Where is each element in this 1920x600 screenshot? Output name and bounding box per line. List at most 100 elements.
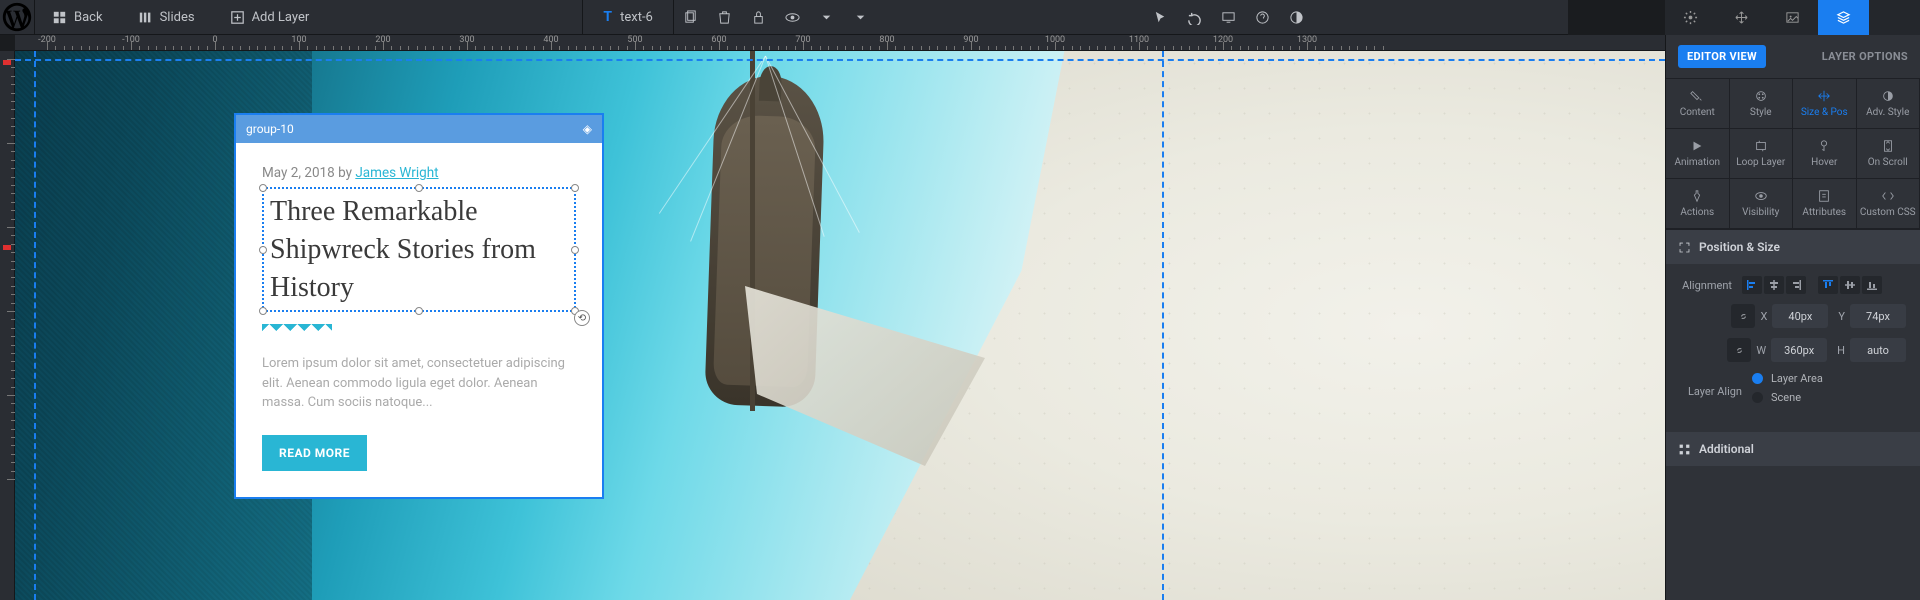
align-left-button[interactable] xyxy=(1742,276,1762,294)
preview-desktop-button[interactable] xyxy=(1211,0,1245,34)
additional-section-header[interactable]: Additional xyxy=(1666,432,1920,466)
dropdown-caret-button[interactable] xyxy=(810,0,844,34)
help-button[interactable] xyxy=(1245,0,1279,34)
image-tab[interactable] xyxy=(1767,0,1818,35)
group-header[interactable]: group-10 ◈ xyxy=(236,115,602,143)
w-link-icon[interactable] xyxy=(1727,338,1751,362)
prop-tab-size-pos[interactable]: Size & Pos xyxy=(1793,79,1857,129)
resize-handle-tm[interactable] xyxy=(415,184,423,192)
guide-vertical-left[interactable] xyxy=(34,51,36,600)
x-input[interactable] xyxy=(1772,304,1828,328)
w-label: W xyxy=(1756,344,1766,357)
toolbar-center: T text-6 xyxy=(582,0,887,34)
post-date: May 2, 2018 xyxy=(262,165,335,181)
post-meta: May 2, 2018 by James Wright xyxy=(262,165,576,181)
prop-tab-style[interactable]: Style xyxy=(1730,79,1794,129)
top-toolbar: Back Slides Add Layer T text-6 xyxy=(0,0,1568,35)
back-label: Back xyxy=(74,10,103,25)
copy-button[interactable] xyxy=(674,0,708,34)
h-input[interactable] xyxy=(1850,338,1906,362)
radio-layer-area[interactable]: Layer Area xyxy=(1752,372,1906,385)
ruler-marker xyxy=(3,60,11,65)
prop-tab-content[interactable]: Content xyxy=(1666,79,1730,129)
align-right-button[interactable] xyxy=(1786,276,1806,294)
pointer-tool-button[interactable] xyxy=(1143,0,1177,34)
vertical-align-group xyxy=(1818,276,1882,294)
resize-handle-ml[interactable] xyxy=(259,246,267,254)
prop-tab-hover[interactable]: Hover xyxy=(1793,129,1857,179)
x-link-icon[interactable] xyxy=(1731,304,1755,328)
prop-tab-visibility[interactable]: Visibility xyxy=(1730,179,1794,229)
add-layer-button[interactable]: Add Layer xyxy=(213,0,328,34)
zigzag-divider xyxy=(262,324,332,336)
post-heading[interactable]: Three Remarkable Shipwreck Stories from … xyxy=(270,193,568,306)
position-size-section-header[interactable]: Position & Size xyxy=(1666,230,1920,264)
horizontal-ruler: -200-10001002003004005006007008009001000… xyxy=(15,35,1665,51)
h-label: H xyxy=(1837,344,1845,357)
resize-handle-mr[interactable] xyxy=(571,246,579,254)
right-panel-header xyxy=(1665,0,1920,35)
undo-button[interactable] xyxy=(1177,0,1211,34)
prop-tab-custom-css[interactable]: Custom CSS xyxy=(1857,179,1920,229)
radio-scene[interactable]: Scene xyxy=(1752,391,1906,404)
toolbar-right xyxy=(1143,0,1568,34)
back-button[interactable]: Back xyxy=(35,0,121,34)
prop-tab-animation[interactable]: Animation xyxy=(1666,129,1730,179)
guide-vertical-right[interactable] xyxy=(1162,51,1164,600)
add-layer-label: Add Layer xyxy=(252,10,310,25)
w-input[interactable] xyxy=(1771,338,1827,362)
resize-handle-bm[interactable] xyxy=(415,307,423,315)
section-title: Additional xyxy=(1699,442,1754,456)
editor-canvas[interactable]: group-10 ◈ May 2, 2018 by James Wright T… xyxy=(15,51,1665,600)
align-middle-button[interactable] xyxy=(1840,276,1860,294)
align-bottom-button[interactable] xyxy=(1862,276,1882,294)
text-layer-icon: T xyxy=(603,9,612,25)
selected-layer-selector[interactable]: T text-6 xyxy=(582,0,673,34)
selected-layer-name: text-6 xyxy=(620,10,653,25)
layer-align-label: Layer Align xyxy=(1680,385,1752,398)
visibility-button[interactable] xyxy=(776,0,810,34)
resize-handle-tr[interactable] xyxy=(571,184,579,192)
resize-handle-bl[interactable] xyxy=(259,307,267,315)
align-center-button[interactable] xyxy=(1764,276,1784,294)
vertical-ruler xyxy=(0,51,15,600)
read-more-button[interactable]: READ MORE xyxy=(262,435,367,471)
y-input[interactable] xyxy=(1850,304,1906,328)
editor-view-tab[interactable]: EDITOR VIEW xyxy=(1678,45,1766,68)
group-label: group-10 xyxy=(246,122,294,136)
prop-tab-loop-layer[interactable]: Loop Layer xyxy=(1730,129,1794,179)
prop-tab-on-scroll[interactable]: On Scroll xyxy=(1857,129,1920,179)
y-label: Y xyxy=(1838,310,1845,323)
wordpress-logo[interactable] xyxy=(0,0,35,35)
resize-handle-tl[interactable] xyxy=(259,184,267,192)
post-author-link[interactable]: James Wright xyxy=(355,165,438,181)
prop-tab-adv-style[interactable]: Adv. Style xyxy=(1857,79,1920,129)
prop-tab-attributes[interactable]: Attributes xyxy=(1793,179,1857,229)
alignment-label: Alignment xyxy=(1680,279,1742,292)
settings-gear-tab[interactable] xyxy=(1665,0,1716,35)
x-label: X xyxy=(1760,310,1767,323)
ruler-marker xyxy=(3,245,11,250)
contrast-button[interactable] xyxy=(1279,0,1313,34)
toolbar-left: Back Slides Add Layer xyxy=(35,0,327,34)
delete-button[interactable] xyxy=(708,0,742,34)
property-tabs-grid: ContentStyleSize & PosAdv. Style Animatio… xyxy=(1666,78,1920,230)
prop-tab-actions[interactable]: Actions xyxy=(1666,179,1730,229)
slides-label: Slides xyxy=(160,10,195,25)
more-caret-button[interactable] xyxy=(844,0,878,34)
boat-graphic xyxy=(595,76,905,446)
selected-text-layer[interactable]: Three Remarkable Shipwreck Stories from … xyxy=(262,187,576,312)
slides-button[interactable]: Slides xyxy=(121,0,213,34)
group-layer[interactable]: group-10 ◈ May 2, 2018 by James Wright T… xyxy=(234,113,604,499)
layers-tab[interactable] xyxy=(1818,0,1869,35)
right-panel: EDITOR VIEW LAYER OPTIONS ContentStyleSi… xyxy=(1665,35,1920,600)
move-tab[interactable] xyxy=(1716,0,1767,35)
horizontal-align-group xyxy=(1742,276,1806,294)
guide-horizontal-top[interactable] xyxy=(15,59,1665,61)
group-menu-icon[interactable]: ◈ xyxy=(583,122,592,136)
layer-options-tab[interactable]: LAYER OPTIONS xyxy=(1822,50,1908,63)
align-top-button[interactable] xyxy=(1818,276,1838,294)
rotate-handle[interactable]: ⟲ xyxy=(574,310,590,326)
lock-button[interactable] xyxy=(742,0,776,34)
post-excerpt: Lorem ipsum dolor sit amet, consectetuer… xyxy=(262,354,576,413)
